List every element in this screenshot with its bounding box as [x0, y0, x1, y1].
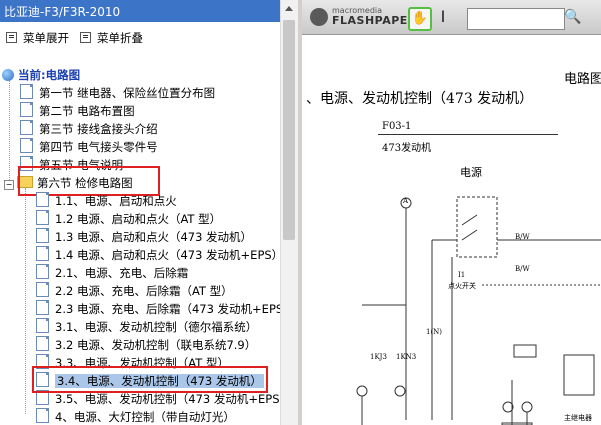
macromedia-logo-icon: [310, 8, 328, 26]
doc-code: F03-1: [382, 121, 412, 132]
diagram-switch: [461, 214, 478, 226]
diagram-label: 1(N): [426, 328, 443, 336]
scroll-up-icon[interactable]: [285, 6, 293, 11]
expand-menu-button[interactable]: 菜单展开: [6, 30, 69, 46]
diagram-label: 主继电器: [564, 414, 592, 422]
scrollbar-thumb[interactable]: [283, 20, 295, 240]
navigation-pane: 比亚迪-F3/F3R-2010 菜单展开 菜单折叠 当前:电路图 第一节 继电器…: [0, 0, 298, 425]
doc-heading: 、电源、发动机控制（473 发动机）: [306, 91, 534, 107]
doc-subtitle: 473发动机: [382, 143, 432, 154]
hand-tool-button[interactable]: ✋: [408, 7, 432, 31]
viewer-toolbar: macromedia FLASHPAPER ✋ I 🔍: [302, 0, 601, 35]
diagram-label: B/W: [515, 233, 530, 241]
document-viewer: macromedia FLASHPAPER ✋ I 🔍 电路图 、电源、发动机控…: [302, 0, 601, 425]
window-title-bar: 比亚迪-F3/F3R-2010: [0, 0, 280, 22]
tree-subitem[interactable]: 1.4 电源、启动和点火（473 发动机+EPS）: [36, 246, 280, 264]
tree-item[interactable]: 第一节 继电器、保险丝位置分布图: [20, 84, 215, 102]
document-icon: [20, 120, 33, 135]
collapse-icon: [80, 32, 91, 43]
tree-subitem[interactable]: 2.2 电源、充电、后除霜（AT 型）: [36, 282, 233, 300]
tree-scrollbar[interactable]: [280, 0, 298, 425]
document-icon: [36, 300, 49, 315]
diagram-label: A: [403, 197, 409, 205]
diagram-component: [513, 344, 537, 358]
text-select-tool-button[interactable]: I: [436, 7, 450, 29]
document-icon: [36, 318, 49, 333]
diagram-switch: [461, 229, 478, 241]
window-title: 比亚迪-F3/F3R-2010: [4, 5, 121, 19]
tree-subitem[interactable]: 1.2 电源、启动和点火（AT 型）: [36, 210, 221, 228]
tree-subitem[interactable]: 3.2 电源、发动机控制（联电系统7.9）: [36, 336, 256, 354]
diagram-terminal: [394, 385, 406, 397]
tree-subitem[interactable]: 4、电源、大灯控制（带自动灯光）: [36, 408, 235, 425]
diagram-terminal: [521, 401, 533, 413]
diagram-label: 点火开关: [448, 282, 476, 290]
document-icon: [36, 246, 49, 261]
tree-subitem[interactable]: 3.1、电源、发动机控制（德尔福系统）: [36, 318, 257, 336]
tree-subitem[interactable]: 1.1、电源、启动和点火: [36, 192, 177, 210]
logo-product: FLASHPAPER: [332, 14, 417, 27]
collapse-toggle-icon[interactable]: −: [4, 180, 14, 190]
tree-item[interactable]: 第二节 电路布置图: [20, 102, 135, 120]
tree-item[interactable]: 第三节 接线盒接头介绍: [20, 120, 158, 138]
diagram-relay: [456, 196, 498, 258]
tree-connector: [9, 76, 10, 184]
doc-rule: [378, 134, 558, 135]
diagram-label: 1KN3: [396, 353, 417, 361]
document-icon: [36, 192, 49, 207]
menu-bar: 菜单展开 菜单折叠: [0, 26, 280, 48]
document-icon: [36, 282, 49, 297]
tree-subitem[interactable]: 2.1、电源、充电、后除霜: [36, 264, 188, 282]
diagram-component: [563, 354, 595, 396]
document-icon: [36, 228, 49, 243]
diagram-label: 1KJ3: [370, 353, 387, 361]
document-icon: [36, 210, 49, 225]
document-icon: [36, 408, 49, 423]
globe-icon: [2, 69, 14, 81]
diagram-label: B/W: [515, 265, 530, 273]
hand-icon: ✋: [411, 11, 429, 26]
document-page: 电路图 、电源、发动机控制（473 发动机） F03-1 473发动机 电源 A…: [302, 35, 601, 425]
doc-heading-right: 电路图: [564, 72, 601, 87]
diagram-terminal: [356, 385, 368, 397]
expand-icon: [6, 32, 17, 43]
search-input[interactable]: [467, 8, 565, 30]
document-icon: [20, 84, 33, 99]
diagram-label: I1: [458, 271, 466, 279]
tree-subitem[interactable]: 2.3 电源、充电、后除霜（473 发动机+EPS: [36, 300, 280, 318]
search-icon[interactable]: 🔍: [564, 8, 581, 26]
document-icon: [36, 336, 49, 351]
tree-view: 当前:电路图 第一节 继电器、保险丝位置分布图 第二节 电路布置图 第三节 接线…: [0, 62, 280, 425]
tree-item[interactable]: 第四节 电气接头零件号: [20, 138, 158, 156]
text-cursor-icon: I: [440, 7, 446, 26]
tree-subitem[interactable]: 1.3 电源、启动和点火（473 发动机）: [36, 228, 252, 246]
document-icon: [20, 102, 33, 117]
collapse-menu-button[interactable]: 菜单折叠: [80, 30, 143, 46]
wiring-diagram: [356, 196, 601, 425]
highlight-box: [32, 366, 268, 393]
tree-connector: [25, 188, 26, 414]
document-icon: [20, 138, 33, 153]
doc-section: 电源: [460, 166, 482, 179]
document-icon: [36, 264, 49, 279]
tree-root[interactable]: 当前:电路图: [2, 66, 80, 84]
